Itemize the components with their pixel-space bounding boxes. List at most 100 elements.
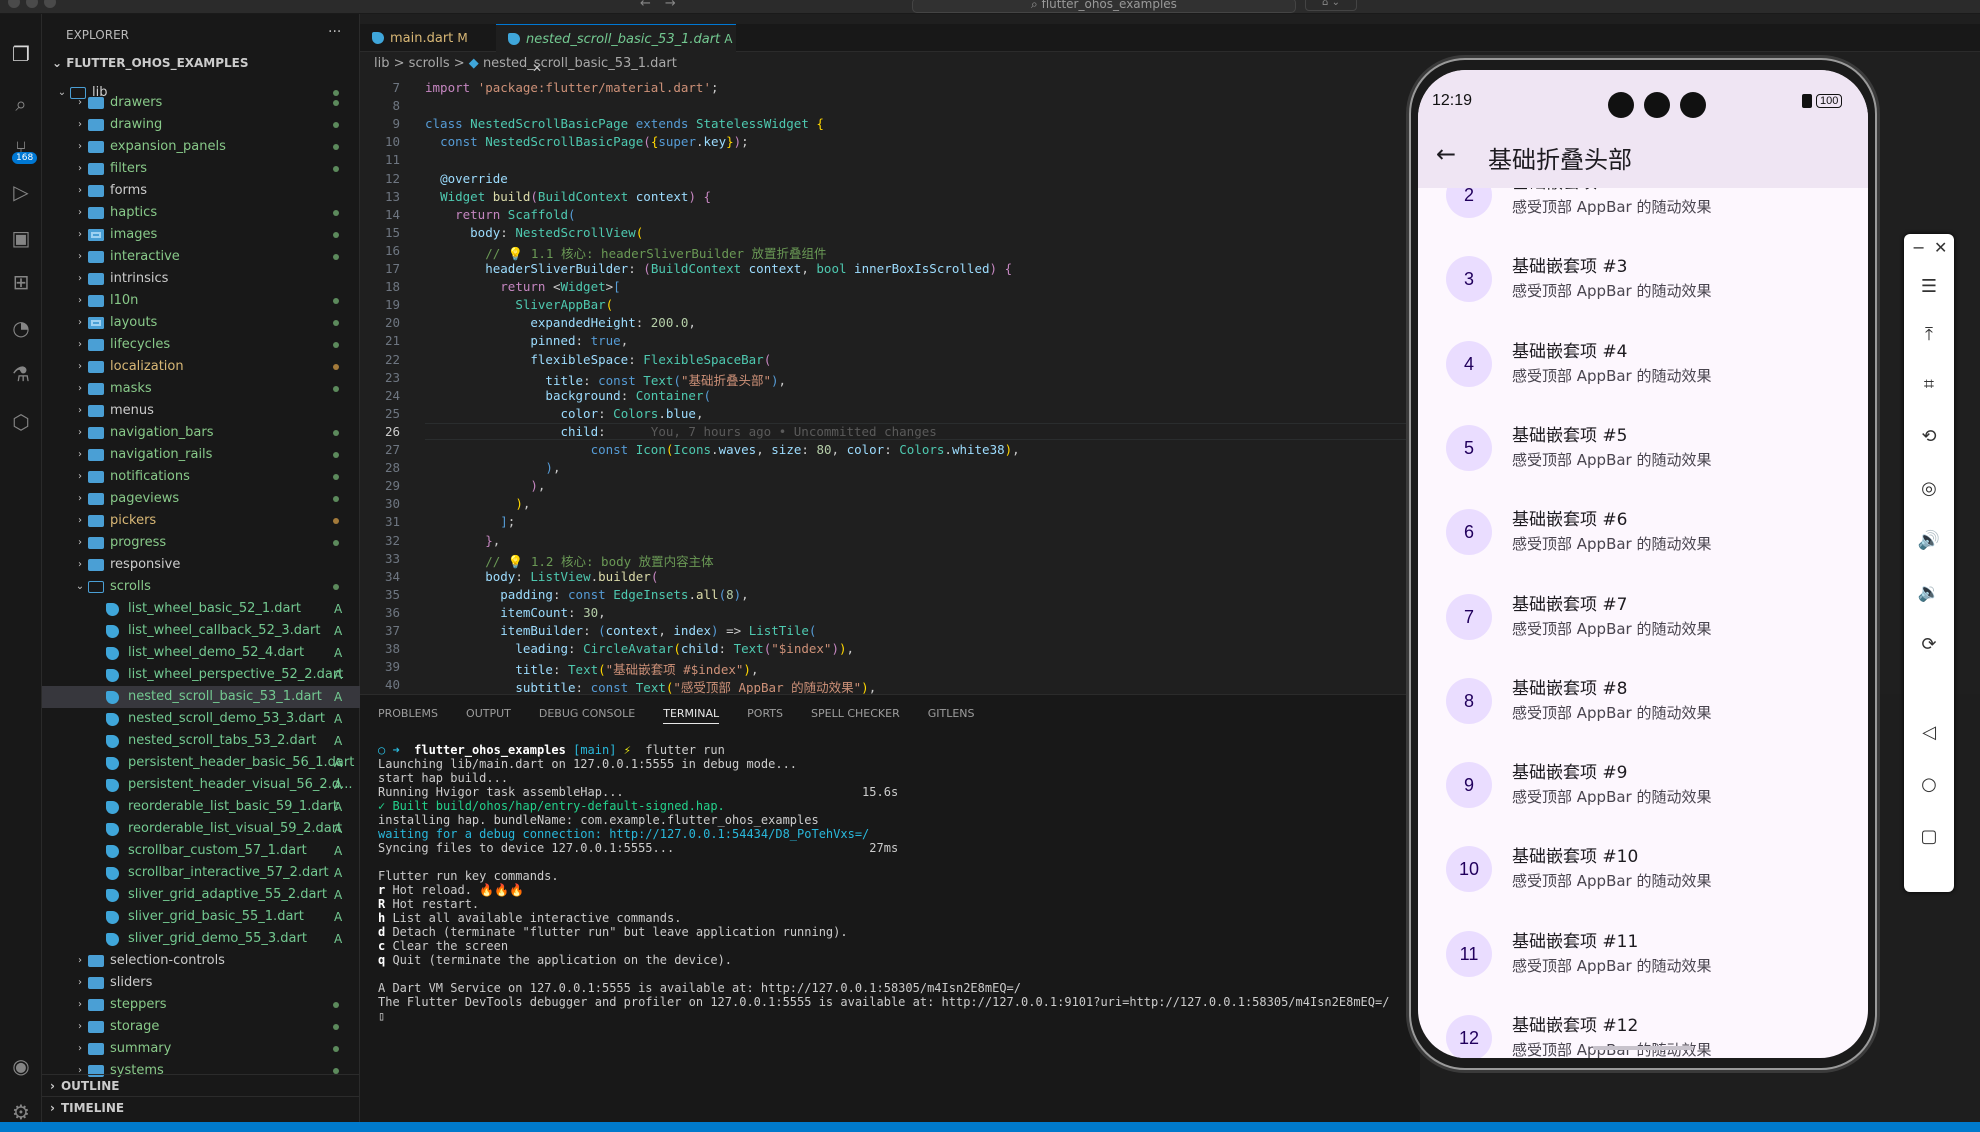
code-line[interactable]: Widget build(BuildContext context) { bbox=[425, 189, 711, 204]
folder-item[interactable]: › localization bbox=[42, 356, 360, 378]
folder-item[interactable]: › drawers bbox=[42, 92, 360, 114]
account-icon[interactable]: ◉ bbox=[0, 1048, 42, 1084]
folder-item[interactable]: › pageviews bbox=[42, 488, 360, 510]
code-line[interactable]: @override bbox=[425, 171, 508, 186]
code-line[interactable]: ), bbox=[425, 478, 545, 493]
list-item[interactable]: 11 基础嵌套项 #11 感受顶部 AppBar 的随动效果 bbox=[1418, 913, 1868, 997]
volume-up-icon[interactable]: 🔊 bbox=[1904, 530, 1954, 551]
folder-item[interactable]: › selection-controls bbox=[42, 950, 360, 972]
file-item[interactable]: reorderable_list_visual_59_2.dart A bbox=[42, 818, 360, 840]
back-arrow-icon[interactable]: ← bbox=[1436, 140, 1456, 168]
breadcrumb-file[interactable]: nested_scroll_basic_53_1.dart bbox=[483, 56, 677, 71]
code-line[interactable]: title: Text("基础嵌套项 #$index"), bbox=[425, 659, 758, 678]
list-item[interactable]: 6 基础嵌套项 #6 感受顶部 AppBar 的随动效果 bbox=[1418, 491, 1868, 575]
extensions-icon[interactable]: ⊞ bbox=[0, 264, 42, 300]
file-item[interactable]: list_wheel_basic_52_1.dart A bbox=[42, 598, 360, 620]
code-line[interactable]: itemCount: 30, bbox=[425, 605, 605, 620]
zoom-window-button[interactable] bbox=[44, 0, 56, 8]
panel-tab-ports[interactable]: PORTS bbox=[747, 707, 783, 723]
code-line[interactable]: return Scaffold( bbox=[425, 207, 575, 222]
crop-screenshot-icon[interactable]: ⌗ bbox=[1904, 374, 1954, 395]
folder-item[interactable]: › navigation_rails bbox=[42, 444, 360, 466]
code-line[interactable]: color: Colors.blue, bbox=[425, 406, 703, 421]
code-editor[interactable]: 7 import 'package:flutter/material.dart';… bbox=[360, 74, 1410, 694]
record-icon[interactable]: ◎ bbox=[1904, 478, 1954, 499]
code-line[interactable]: subtitle: const Text("感受顶部 AppBar 的随动效果"… bbox=[425, 677, 876, 694]
code-line[interactable]: padding: const EdgeInsets.all(8), bbox=[425, 587, 748, 602]
code-line[interactable]: body: NestedScrollView( bbox=[425, 225, 643, 240]
breadcrumb-lib[interactable]: lib bbox=[374, 56, 389, 71]
outline-section[interactable]: › OUTLINE bbox=[42, 1074, 360, 1096]
tab-main-dart[interactable]: main.dart M bbox=[360, 24, 496, 52]
code-line[interactable]: background: Container( bbox=[425, 388, 711, 403]
home-circle-icon[interactable]: ○ bbox=[1904, 774, 1954, 795]
folder-item[interactable]: › steppers bbox=[42, 994, 360, 1016]
folder-item[interactable]: ⌄ scrolls bbox=[42, 576, 360, 598]
tab-nested-scroll-basic[interactable]: nested_scroll_basic_53_1.dart A ✕ bbox=[496, 24, 736, 75]
explorer-files-icon[interactable]: ❐ bbox=[0, 36, 42, 72]
code-line[interactable]: const NestedScrollBasicPage({super.key})… bbox=[425, 134, 749, 149]
file-item[interactable]: scrollbar_interactive_57_2.dart A bbox=[42, 862, 360, 884]
code-line[interactable]: class NestedScrollBasicPage extends Stat… bbox=[425, 116, 824, 131]
copilot-button[interactable]: ⌂ ⌄ bbox=[1305, 0, 1357, 11]
file-item[interactable]: list_wheel_demo_52_4.dart A bbox=[42, 642, 360, 664]
file-item[interactable]: list_wheel_callback_52_3.dart A bbox=[42, 620, 360, 642]
file-item[interactable]: sliver_grid_demo_55_3.dart A bbox=[42, 928, 360, 950]
code-line[interactable]: leading: CircleAvatar(child: Text("$inde… bbox=[425, 641, 854, 656]
nested-list[interactable]: 2 基础嵌套项 #2 感受顶部 AppBar 的随动效果 3 基础嵌套项 #3 感受顶部 … bbox=[1418, 188, 1868, 1058]
testing-icon[interactable]: ⚗ bbox=[0, 356, 42, 392]
folder-item[interactable]: › layouts bbox=[42, 312, 360, 334]
folder-item[interactable]: › pickers bbox=[42, 510, 360, 532]
folder-item[interactable]: › images bbox=[42, 224, 360, 246]
file-item[interactable]: nested_scroll_tabs_53_2.dart A bbox=[42, 730, 360, 752]
code-line[interactable]: return <Widget>[ bbox=[425, 279, 620, 294]
folder-item[interactable]: › forms bbox=[42, 180, 360, 202]
back-triangle-icon[interactable]: ◁ bbox=[1904, 722, 1954, 743]
pin-top-icon[interactable]: ⤒ bbox=[1904, 324, 1954, 345]
list-item[interactable]: 9 基础嵌套项 #9 感受顶部 AppBar 的随动效果 bbox=[1418, 744, 1868, 828]
code-line[interactable]: ), bbox=[425, 496, 530, 511]
panel-tab-spell-checker[interactable]: SPELL CHECKER bbox=[811, 707, 900, 723]
panel-tab-problems[interactable]: PROBLEMS bbox=[378, 707, 438, 723]
recents-square-icon[interactable]: ▢ bbox=[1904, 826, 1954, 847]
code-line[interactable]: child: You, 7 hours ago • Uncommitted ch… bbox=[425, 424, 936, 439]
folder-item[interactable]: › menus bbox=[42, 400, 360, 422]
code-line[interactable]: }, bbox=[425, 533, 500, 548]
folder-item[interactable]: › haptics bbox=[42, 202, 360, 224]
menu-icon[interactable]: ☰ bbox=[1904, 276, 1954, 297]
folder-item[interactable]: › filters bbox=[42, 158, 360, 180]
rotate-icon[interactable]: ⟲ bbox=[1904, 426, 1954, 447]
close-window-button[interactable] bbox=[8, 0, 20, 8]
fold-icon[interactable]: ⟳ bbox=[1904, 634, 1954, 655]
command-center-search[interactable]: ⌕ flutter_ohos_examples bbox=[912, 0, 1296, 13]
code-line[interactable]: import 'package:flutter/material.dart'; bbox=[425, 80, 719, 95]
folder-item[interactable]: › storage bbox=[42, 1016, 360, 1038]
code-line[interactable]: headerSliverBuilder: (BuildContext conte… bbox=[425, 261, 1012, 276]
minimize-window-button[interactable] bbox=[26, 0, 38, 8]
workspace-root[interactable]: ⌄ FLUTTER_OHOS_EXAMPLES bbox=[52, 56, 249, 70]
search-icon[interactable]: ⌕ bbox=[0, 86, 42, 122]
file-item[interactable]: list_wheel_perspective_52_2.dart A bbox=[42, 664, 360, 686]
file-item[interactable]: scrollbar_custom_57_1.dart A bbox=[42, 840, 360, 862]
list-item[interactable]: 4 基础嵌套项 #4 感受顶部 AppBar 的随动效果 bbox=[1418, 323, 1868, 407]
list-item[interactable]: 5 基础嵌套项 #5 感受顶部 AppBar 的随动效果 bbox=[1418, 407, 1868, 491]
breadcrumb-scrolls[interactable]: scrolls bbox=[409, 56, 450, 71]
package-icon[interactable]: ⬡ bbox=[0, 404, 42, 440]
file-item[interactable]: persistent_header_basic_56_1.dart A bbox=[42, 752, 360, 774]
code-line[interactable]: const Icon(Icons.waves, size: 80, color:… bbox=[425, 442, 1020, 457]
code-line[interactable]: // 💡 1.1 核心: headerSliverBuilder 放置折叠组件 bbox=[425, 243, 826, 262]
panel-tab-terminal[interactable]: TERMINAL bbox=[663, 707, 720, 724]
code-line[interactable]: ]; bbox=[425, 514, 515, 529]
gitlens-icon[interactable]: ◔ bbox=[0, 310, 42, 346]
folder-item[interactable]: › responsive bbox=[42, 554, 360, 576]
panel-tab-gitlens[interactable]: GITLENS bbox=[928, 707, 975, 723]
home-indicator[interactable] bbox=[1593, 1046, 1693, 1050]
code-line[interactable]: // 💡 1.2 核心: body 放置内容主体 bbox=[425, 551, 713, 570]
list-item[interactable]: 10 基础嵌套项 #10 感受顶部 AppBar 的随动效果 bbox=[1418, 828, 1868, 912]
code-line[interactable]: title: const Text("基础折叠头部"), bbox=[425, 370, 786, 389]
folder-item[interactable]: › notifications bbox=[42, 466, 360, 488]
file-item[interactable]: nested_scroll_demo_53_3.dart A bbox=[42, 708, 360, 730]
nav-arrows[interactable]: ←→ bbox=[640, 0, 690, 11]
folder-item[interactable]: › intrinsics bbox=[42, 268, 360, 290]
more-actions-icon[interactable]: ··· bbox=[328, 24, 341, 40]
